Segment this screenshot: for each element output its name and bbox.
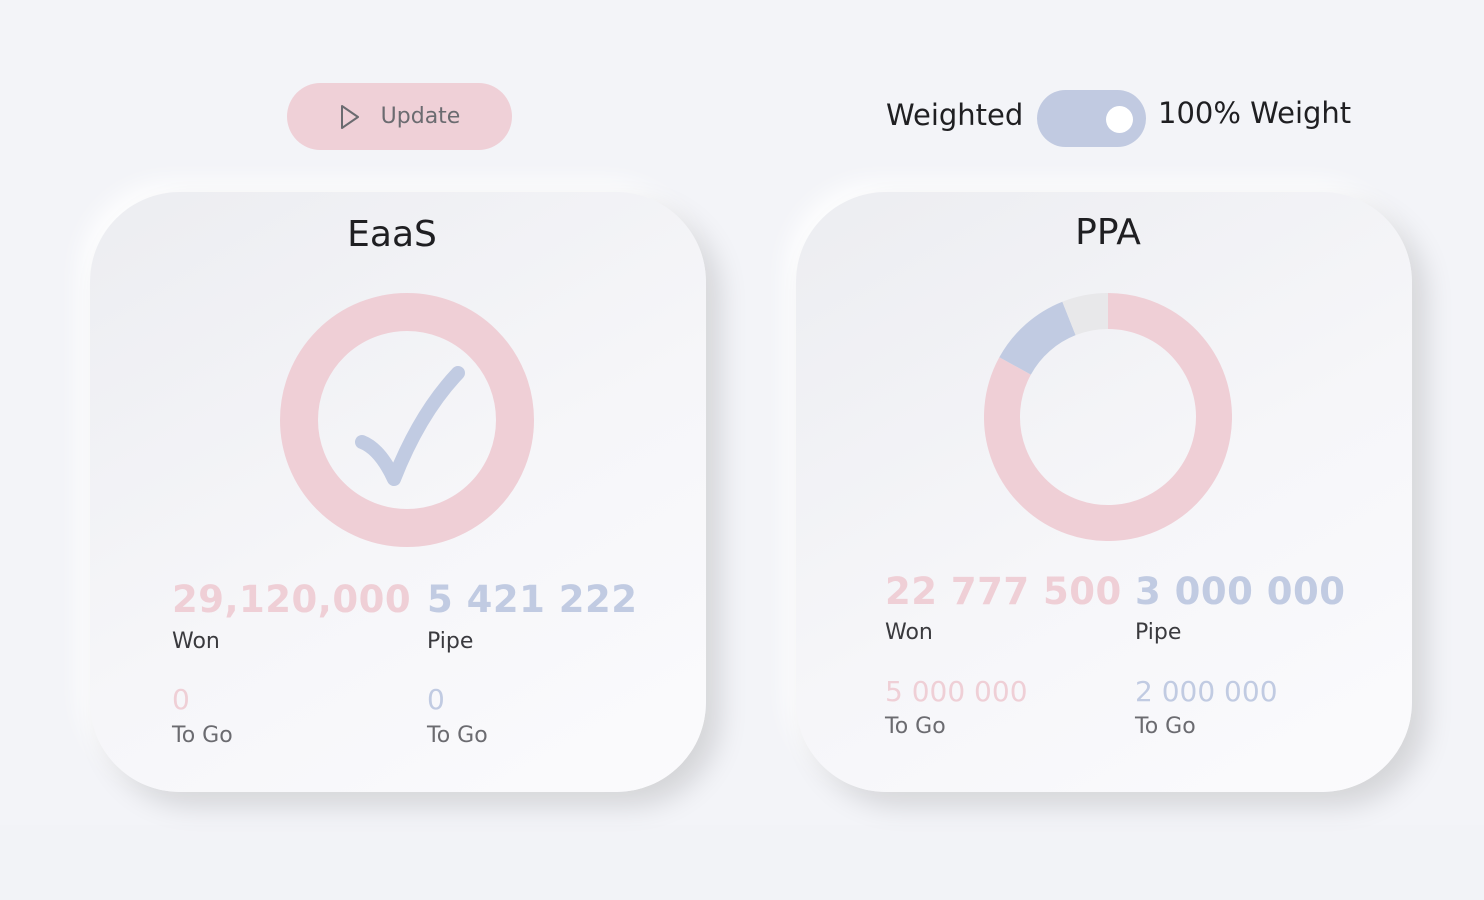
checkmark-icon (355, 366, 465, 486)
update-button-label: Update (380, 104, 461, 129)
pipe-togo-value: 0 (427, 683, 445, 716)
full-weight-label: 100% Weight (1158, 96, 1352, 130)
won-label: Won (885, 620, 933, 645)
pipe-label: Pipe (1135, 620, 1182, 645)
donut-segments (280, 293, 534, 547)
donut-segment-pipe (999, 301, 1077, 376)
won-togo-label: To Go (172, 723, 233, 748)
weight-toggle[interactable] (1037, 90, 1146, 147)
won-togo-value: 5 000 000 (885, 675, 1028, 708)
won-value: 22 777 500 (885, 570, 1122, 613)
card-title: PPA (1075, 212, 1141, 253)
play-icon (339, 103, 361, 131)
donut-segments (984, 293, 1232, 541)
pipe-togo-label: To Go (1135, 714, 1196, 739)
won-togo-label: To Go (885, 714, 946, 739)
ppa-card: PPA 22 777 500 Won 3 000 000 Pipe 5 000 … (796, 192, 1412, 792)
dashboard-canvas: Update Weighted 100% Weight EaaS 29,120,… (0, 0, 1484, 900)
won-togo-value: 0 (172, 683, 190, 716)
pipe-value: 3 000 000 (1135, 570, 1346, 613)
weighted-label: Weighted (886, 98, 1024, 132)
won-label: Won (172, 629, 220, 654)
won-value: 29,120,000 (172, 578, 412, 621)
pipe-value: 5 421 222 (427, 578, 638, 621)
donut-segment-won (280, 293, 534, 547)
eaas-card: EaaS 29,120,000 Won 5 421 222 Pipe 0 To … (90, 192, 706, 792)
eaas-donut-chart (280, 293, 534, 547)
card-title: EaaS (347, 214, 437, 255)
update-button[interactable]: Update (287, 83, 512, 150)
pipe-togo-value: 2 000 000 (1135, 675, 1278, 708)
ppa-donut-chart (984, 293, 1232, 541)
pipe-label: Pipe (427, 629, 474, 654)
donut-segment-remaining (1062, 293, 1109, 336)
toggle-knob (1106, 106, 1133, 133)
pipe-togo-label: To Go (427, 723, 488, 748)
